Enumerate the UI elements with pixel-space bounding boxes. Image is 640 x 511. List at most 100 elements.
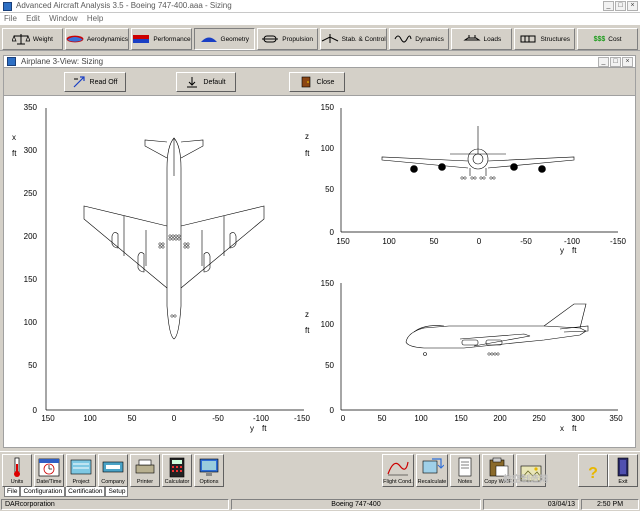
read-off-icon xyxy=(73,76,85,88)
side-view: 150 100 50 0 z ft 0 50 100 150 200 250 3… xyxy=(305,279,623,433)
close-app-button[interactable]: × xyxy=(627,1,638,11)
stability-label: Stab. & Control xyxy=(341,35,386,43)
front-y-tick: 150 xyxy=(321,103,335,112)
top-y-tick: 0 xyxy=(33,406,38,415)
flight-cond-button[interactable]: Flight Cond. xyxy=(382,454,414,487)
recalculate-button[interactable]: Recalculate xyxy=(416,454,448,487)
default-button[interactable]: Default xyxy=(176,72,236,92)
svg-text:?: ? xyxy=(588,465,598,482)
calculator-button[interactable]: Calculator xyxy=(162,454,192,487)
dynamics-button[interactable]: Dynamics xyxy=(388,28,450,50)
read-off-label: Read Off xyxy=(89,78,118,86)
aerodynamics-button[interactable]: Aerodynamics xyxy=(64,28,130,50)
front-x-tick: 50 xyxy=(430,237,439,246)
top-x-unit: ft xyxy=(262,424,267,433)
front-y-unit: ft xyxy=(305,149,310,158)
side-x-tick: 200 xyxy=(493,414,507,423)
menu-file[interactable]: File xyxy=(0,13,20,23)
weight-button[interactable]: Weight xyxy=(2,28,63,50)
door-icon xyxy=(301,76,310,88)
propulsion-button[interactable]: Propulsion xyxy=(256,28,318,50)
top-y-tick: 50 xyxy=(28,361,37,370)
top-y-tick: 350 xyxy=(24,103,38,112)
aero-icon xyxy=(66,35,84,43)
side-x-tick: 50 xyxy=(378,414,387,423)
app-title-bar: Advanced Aircraft Analysis 3.5 - Boeing … xyxy=(0,0,640,13)
stability-button[interactable]: Stab. & Control xyxy=(319,28,387,50)
top-y-unit: ft xyxy=(12,149,17,158)
front-x-tick: -100 xyxy=(564,237,581,246)
top-y-tick: 250 xyxy=(24,189,38,198)
airplane-side-view-drawing xyxy=(405,303,589,356)
top-y-label: x xyxy=(12,133,16,142)
front-y-tick: 0 xyxy=(330,228,335,237)
exit-button[interactable]: Exit xyxy=(608,454,638,487)
flight-cond-label: Flight Cond. xyxy=(383,479,413,485)
printer-label: Printer xyxy=(136,479,154,485)
top-y-tick: 150 xyxy=(24,275,38,284)
front-x-tick: -150 xyxy=(610,237,627,246)
geometry-icon xyxy=(200,37,217,42)
side-y-tick: 0 xyxy=(330,406,335,415)
dynamics-label: Dynamics xyxy=(415,35,444,43)
dynamics-icon xyxy=(394,35,412,43)
printer-button[interactable]: Printer xyxy=(130,454,160,487)
thermometer-icon xyxy=(14,457,20,477)
maximize-button[interactable]: □ xyxy=(615,1,626,11)
child-toolbar: Read Off Default Close xyxy=(3,68,636,95)
tab-file[interactable]: File xyxy=(4,487,21,497)
menu-edit[interactable]: Edit xyxy=(22,13,43,23)
status-date: 03/04/13 xyxy=(483,499,579,510)
calculator-label: Calculator xyxy=(164,479,190,485)
structures-button[interactable]: Structures xyxy=(514,28,576,50)
menu-window[interactable]: Window xyxy=(45,13,80,23)
child-maximize-button[interactable]: □ xyxy=(610,57,621,67)
top-x-tick: -150 xyxy=(294,414,311,423)
structures-icon xyxy=(520,35,536,43)
cost-button[interactable]: $$$ Cost xyxy=(577,28,639,50)
menu-help[interactable]: Help xyxy=(83,13,106,23)
status-bar: DARcorporation Boeing 747-400 03/04/13 2… xyxy=(0,498,640,511)
tab-setup[interactable]: Setup xyxy=(105,487,129,497)
units-button[interactable]: Units xyxy=(2,454,32,487)
side-x-tick: 350 xyxy=(609,414,623,423)
company-button[interactable]: Company xyxy=(98,454,128,487)
stability-icon xyxy=(321,34,338,43)
side-y-label: z xyxy=(305,310,309,319)
project-label: Project xyxy=(72,479,90,485)
read-off-button[interactable]: Read Off xyxy=(64,72,126,92)
minimize-button[interactable]: _ xyxy=(603,1,614,11)
flight-cond-icon xyxy=(387,461,409,476)
date-time-button[interactable]: Date/Time xyxy=(34,454,64,487)
front-y-tick: 50 xyxy=(325,185,334,194)
notes-button[interactable]: Notes xyxy=(450,454,480,487)
cost-label: Cost xyxy=(608,35,622,43)
front-x-tick: -50 xyxy=(520,237,532,246)
front-x-tick: 0 xyxy=(477,237,482,246)
module-toolbar: Weight Aerodynamics Performance Geometry… xyxy=(0,27,640,51)
status-time: 2:50 PM xyxy=(581,499,639,510)
printer-icon xyxy=(135,459,155,474)
weight-label: Weight xyxy=(32,35,53,43)
child-close-button[interactable]: × xyxy=(622,57,633,67)
top-y-tick: 100 xyxy=(24,318,38,327)
performance-label: Performance xyxy=(153,35,191,43)
loads-button[interactable]: Loads xyxy=(451,28,513,50)
balance-icon xyxy=(11,34,30,45)
project-button[interactable]: Project xyxy=(66,454,96,487)
close-button[interactable]: Close xyxy=(289,72,345,92)
performance-button[interactable]: Performance xyxy=(131,28,192,50)
three-view-canvas: 350 300 250 200 150 100 50 0 x ft 150 10… xyxy=(3,95,636,448)
help-button[interactable]: ? xyxy=(578,454,608,487)
side-x-unit: ft xyxy=(572,424,577,433)
side-x-tick: 0 xyxy=(341,414,346,423)
front-y-tick: 100 xyxy=(321,144,335,153)
geometry-button[interactable]: Geometry xyxy=(193,28,255,50)
options-button[interactable]: Options xyxy=(194,454,224,487)
exit-label: Exit xyxy=(618,479,628,485)
recalculate-label: Recalculate xyxy=(417,479,447,485)
tab-configuration[interactable]: Configuration xyxy=(20,487,66,497)
tab-certification[interactable]: Certification xyxy=(65,487,106,497)
child-window-title-bar: Airplane 3-View: Sizing _ □ × xyxy=(3,55,636,68)
child-minimize-button[interactable]: _ xyxy=(598,57,609,67)
